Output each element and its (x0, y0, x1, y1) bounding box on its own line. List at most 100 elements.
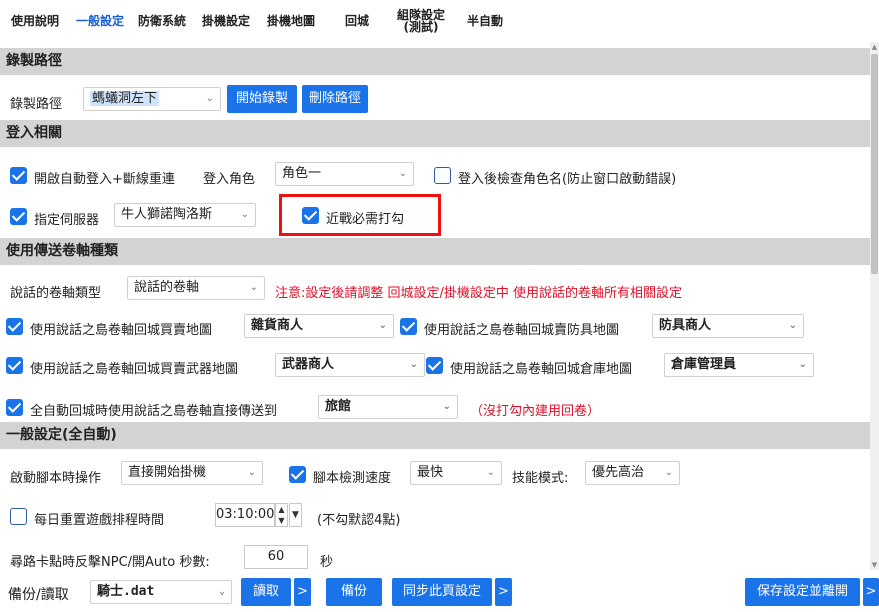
direct-teleport-value: 旅館 (325, 399, 352, 414)
record-path-label: 錄製路徑 (10, 97, 63, 112)
grocery-checkbox[interactable] (6, 318, 23, 335)
auto-login-label: 開啟自動登入+斷線重連 (34, 172, 175, 187)
start-action-value: 直接開始掛機 (128, 465, 207, 480)
armor-value: 防具商人 (659, 318, 712, 333)
tab-afk-map[interactable]: 掛機地圖 (260, 0, 322, 42)
time-dropdown-icon[interactable]: ▼ (289, 503, 302, 527)
armor-select[interactable]: 防具商人 ⌄ (652, 314, 804, 338)
read-more-button[interactable]: > (294, 578, 311, 606)
auto-login-checkbox[interactable] (10, 167, 27, 184)
scrollbar-thumb[interactable] (871, 54, 878, 274)
record-path-select[interactable]: 螞蟻洞左下 ⌄ (83, 87, 221, 111)
scroll-type-label: 說話的卷軸類型 (10, 286, 102, 301)
direct-teleport-label: 全自動回城時使用說話之島卷軸直接傳送到 (30, 404, 278, 419)
storage-label: 使用說話之島卷軸回城倉庫地圖 (450, 362, 633, 377)
chevron-down-icon: ⌄ (442, 401, 451, 412)
grocery-label: 使用說話之島卷軸回城買賣地圖 (30, 323, 213, 338)
login-role-select[interactable]: 角色一 ⌄ (275, 162, 414, 186)
skill-mode-label: 技能模式: (512, 471, 569, 486)
backup-button[interactable]: 備份 (326, 578, 382, 606)
start-action-select[interactable]: 直接開始掛機 ⌄ (121, 461, 263, 485)
melee-label: 近戰必需打勾 (326, 212, 405, 227)
read-button[interactable]: 讀取 (241, 578, 291, 606)
settings-panel: 錄製路徑 錄製路徑 螞蟻洞左下 ⌄ 開始錄製 刪除路徑 登入相關 開啟自動登入+… (0, 42, 870, 570)
speed-value: 最快 (417, 465, 444, 480)
tab-semi-auto[interactable]: 半自動 (460, 0, 510, 42)
vertical-scrollbar[interactable]: ▲ ▼ (870, 42, 879, 570)
backup-file-value: 騎士.dat (97, 584, 155, 599)
scroll-type-value: 說話的卷軸 (134, 280, 200, 295)
daily-reset-time-input[interactable]: 03:10:00 (215, 503, 275, 527)
chevron-down-icon: ⌄ (378, 320, 387, 331)
chevron-down-icon: ⌄ (205, 93, 214, 104)
chevron-down-icon: ⌄ (218, 586, 225, 597)
backup-load-label: 備份/讀取 (8, 587, 69, 603)
chevron-down-icon: ⌄ (240, 209, 249, 220)
direct-teleport-note: （沒打勾內建用回卷） (470, 404, 601, 419)
tab-party[interactable]: 組隊設定 (測試) (388, 0, 454, 42)
login-role-value: 角色一 (282, 166, 322, 181)
sync-more-button[interactable]: > (495, 578, 512, 606)
server-label: 指定伺服器 (34, 213, 100, 228)
chevron-down-icon: ⌄ (247, 467, 256, 478)
tab-help[interactable]: 使用說明 (2, 0, 68, 42)
npc-seconds-unit: 秒 (320, 555, 334, 570)
start-record-button[interactable]: 開始錄製 (227, 85, 297, 113)
scroll-type-select[interactable]: 說話的卷軸 ⌄ (127, 276, 265, 300)
tab-return[interactable]: 回城 (337, 0, 377, 42)
weapon-value: 武器商人 (282, 357, 335, 372)
npc-seconds-input[interactable]: 60 (244, 545, 308, 569)
grocery-value: 雜貨商人 (251, 318, 304, 333)
record-path-value: 螞蟻洞左下 (90, 91, 160, 106)
chevron-down-icon: ⌄ (409, 359, 418, 370)
check-name-label: 登入後檢查角色名(防止窗口啟動錯誤) (458, 172, 677, 187)
weapon-checkbox[interactable] (6, 357, 23, 374)
login-role-label: 登入角色 (203, 172, 256, 187)
time-stepper[interactable]: ▲ ▼ (275, 503, 288, 527)
weapon-label: 使用說話之島卷軸回城買賣武器地圖 (30, 362, 239, 377)
server-checkbox[interactable] (10, 208, 27, 225)
storage-checkbox[interactable] (426, 357, 443, 374)
chevron-down-icon: ⌄ (798, 359, 807, 370)
sync-page-button[interactable]: 同步此頁設定 (392, 578, 492, 606)
armor-checkbox[interactable] (400, 318, 417, 335)
tab-afk-settings[interactable]: 掛機設定 (195, 0, 257, 42)
check-name-checkbox[interactable] (434, 167, 451, 184)
storage-value: 倉庫管理員 (671, 357, 737, 372)
tab-defense[interactable]: 防衛系統 (132, 0, 192, 42)
direct-teleport-checkbox[interactable] (6, 399, 23, 416)
section-scroll-type: 使用傳送卷軸種類 (0, 238, 870, 265)
delete-path-button[interactable]: 刪除路徑 (302, 85, 368, 113)
grocery-select[interactable]: 雜貨商人 ⌄ (244, 314, 394, 338)
server-select[interactable]: 牛人獅諾陶洛斯 ⌄ (114, 203, 256, 227)
melee-checkbox[interactable] (302, 207, 319, 224)
speed-checkbox[interactable] (289, 466, 306, 483)
skill-mode-value: 優先高治 (592, 465, 645, 480)
save-more-button[interactable]: > (863, 578, 879, 606)
server-value: 牛人獅諾陶洛斯 (121, 207, 213, 222)
chevron-down-icon: ⌄ (398, 168, 407, 179)
section-login: 登入相關 (0, 120, 870, 147)
daily-reset-checkbox[interactable] (10, 508, 27, 525)
speed-select[interactable]: 最快 ⌄ (410, 461, 502, 485)
scroll-up-icon[interactable]: ▲ (870, 42, 879, 52)
section-general: 一般設定(全自動) (0, 422, 870, 449)
weapon-select[interactable]: 武器商人 ⌄ (275, 353, 425, 377)
storage-select[interactable]: 倉庫管理員 ⌄ (664, 353, 814, 377)
scroll-note: 注意:設定後請調整 回城設定/掛機設定中 使用說話的卷軸所有相關設定 (275, 286, 683, 301)
backup-file-select[interactable]: 騎士.dat ⌄ (90, 580, 232, 604)
chevron-down-icon: ⌄ (249, 282, 258, 293)
section-record: 錄製路徑 (0, 48, 870, 75)
save-exit-button[interactable]: 保存設定並離開 (745, 578, 860, 606)
npc-seconds-label: 尋路卡點時反擊NPC/開Auto 秒數: (10, 555, 210, 570)
daily-reset-note: (不勾默認4點) (317, 513, 401, 528)
tab-general[interactable]: 一般設定 (68, 0, 132, 42)
bottom-bar: 備份/讀取 騎士.dat ⌄ 讀取 > 備份 同步此頁設定 > 保存設定並離開 … (0, 570, 879, 612)
direct-teleport-select[interactable]: 旅館 ⌄ (318, 395, 458, 419)
start-action-label: 啟動腳本時操作 (10, 471, 102, 486)
speed-label: 腳本檢測速度 (313, 471, 392, 486)
skill-mode-select[interactable]: 優先高治 ⌄ (585, 461, 680, 485)
armor-label: 使用說話之島卷軸回城賣防具地圖 (424, 323, 620, 338)
scroll-down-icon[interactable]: ▼ (870, 560, 879, 570)
chevron-down-icon: ⌄ (788, 320, 797, 331)
